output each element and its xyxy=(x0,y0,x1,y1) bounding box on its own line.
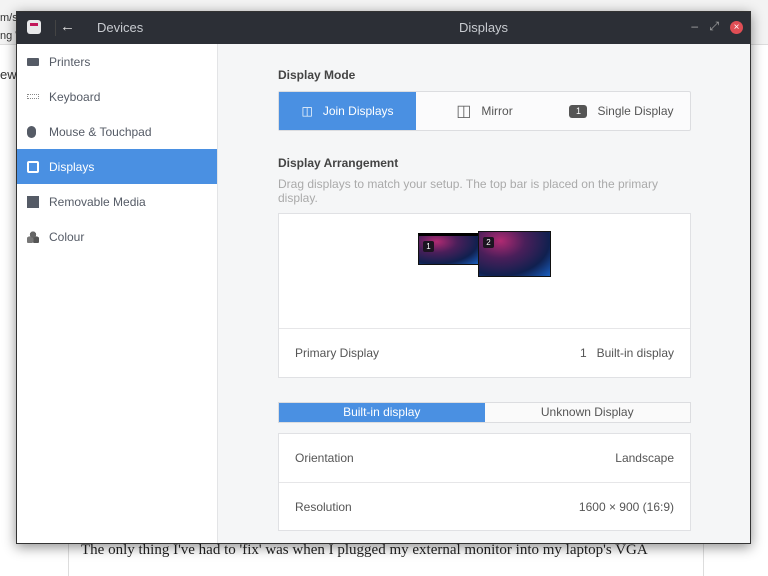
close-icon[interactable]: × xyxy=(730,21,743,34)
primary-display-value[interactable]: Built-in display xyxy=(597,346,674,360)
primary-display-label: Primary Display xyxy=(295,346,380,360)
join-displays-icon: ◫ xyxy=(301,104,313,118)
sidebar-item-mouse[interactable]: Mouse & Touchpad xyxy=(17,114,217,149)
option-label: Mirror xyxy=(481,104,513,118)
display-tabs: Built-in display Unknown Display xyxy=(278,402,691,423)
resolution-row[interactable]: Resolution 1600 × 900 (16:9) xyxy=(279,482,690,530)
mirror-button[interactable]: ◫ Mirror xyxy=(416,92,553,130)
sidebar-item-label: Colour xyxy=(49,229,85,244)
settings-window: ← Devices Displays – ⤢ × Printers Keyboa… xyxy=(16,11,751,544)
sidebar-item-keyboard[interactable]: Keyboard xyxy=(17,79,217,114)
sidebar: Printers Keyboard Mouse & Touchpad Displ… xyxy=(17,44,218,543)
join-displays-button[interactable]: ◫ Join Displays xyxy=(279,92,416,130)
arrangement-description: Drag displays to match your setup. The t… xyxy=(278,177,658,205)
sidebar-item-label: Removable Media xyxy=(49,194,146,209)
drive-icon xyxy=(27,195,39,208)
minimize-icon[interactable]: – xyxy=(691,19,698,33)
sidebar-item-printers[interactable]: Printers xyxy=(17,44,217,79)
sidebar-item-label: Printers xyxy=(49,54,91,69)
printer-icon xyxy=(27,57,39,66)
primary-display-number: 1 xyxy=(579,346,587,360)
option-label: Single Display xyxy=(597,104,674,118)
arrangement-heading: Display Arrangement xyxy=(278,156,399,170)
orientation-value[interactable]: Landscape xyxy=(615,451,674,465)
arrangement-card: 1 2 Primary Display 1 Built-in display xyxy=(278,213,691,378)
tab-built-in-display[interactable]: Built-in display xyxy=(279,403,485,422)
resolution-label: Resolution xyxy=(295,499,352,514)
title-bar: ← Devices Displays – ⤢ × xyxy=(17,12,750,44)
display-mode-heading: Display Mode xyxy=(278,68,356,82)
primary-display-row[interactable]: Primary Display 1 Built-in display xyxy=(279,329,690,377)
sidebar-item-colour[interactable]: Colour xyxy=(17,219,217,254)
maximize-icon[interactable]: ⤢ xyxy=(709,19,719,34)
sidebar-item-displays[interactable]: Displays xyxy=(17,149,217,184)
tab-unknown-display[interactable]: Unknown Display xyxy=(484,403,690,422)
orientation-row[interactable]: Orientation Landscape xyxy=(279,434,690,482)
sidebar-item-label: Keyboard xyxy=(49,89,101,104)
single-display-icon: 1 xyxy=(569,104,588,118)
display-1[interactable]: 1 xyxy=(418,233,479,265)
display-mode-selector: ◫ Join Displays ◫ Mirror 1 Single Display xyxy=(278,91,691,131)
single-display-button[interactable]: 1 Single Display xyxy=(553,92,690,130)
resolution-value[interactable]: 1600 × 900 (16:9) xyxy=(579,500,674,514)
sidebar-item-label: Displays xyxy=(49,159,95,174)
option-label: Join Displays xyxy=(322,104,394,118)
orientation-label: Orientation xyxy=(295,451,354,465)
display-2[interactable]: 2 xyxy=(478,231,551,277)
displays-panel: Display Mode ◫ Join Displays ◫ Mirror 1 Sin… xyxy=(278,44,691,543)
display-number: 1 xyxy=(423,241,434,252)
keyboard-icon xyxy=(27,94,39,99)
sidebar-item-removable-media[interactable]: Removable Media xyxy=(17,184,217,219)
display-number: 2 xyxy=(483,237,494,248)
sidebar-item-label: Mouse & Touchpad xyxy=(49,124,152,139)
mirror-icon: ◫ xyxy=(456,103,472,120)
page-fragment: ew xyxy=(0,67,17,82)
display-icon xyxy=(27,160,39,173)
display-settings-card: Orientation Landscape Resolution 1600 × 90… xyxy=(278,433,691,531)
arrangement-area: 1 2 xyxy=(279,214,690,329)
mouse-icon xyxy=(27,125,36,138)
window-title: Displays xyxy=(458,20,509,35)
colour-icon xyxy=(27,230,39,243)
